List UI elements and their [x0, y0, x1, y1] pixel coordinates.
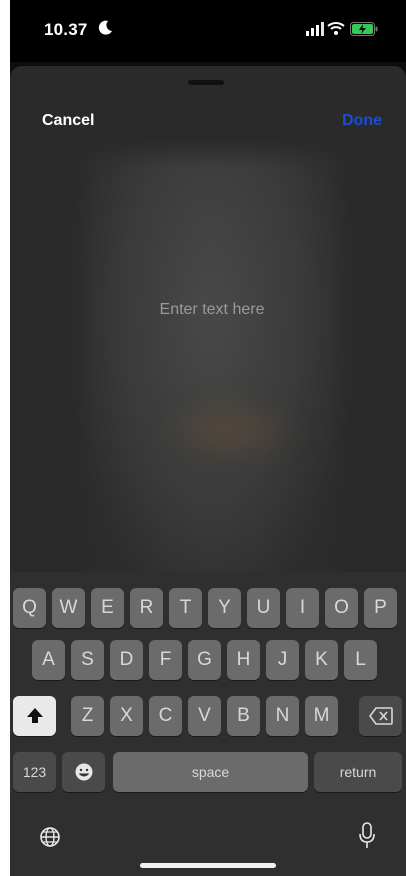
cellular-signal-icon — [306, 22, 324, 36]
home-indicator — [140, 863, 276, 868]
emoji-key[interactable] — [62, 752, 105, 792]
status-time: 10.37 — [44, 20, 88, 39]
blurred-background-preview — [82, 154, 342, 586]
text-entry-field[interactable] — [90, 294, 334, 326]
status-bar: 10.37 — [10, 0, 406, 62]
key-n[interactable]: N — [266, 696, 299, 736]
key-c[interactable]: C — [149, 696, 182, 736]
return-key[interactable]: return — [314, 752, 402, 792]
numbers-key[interactable]: 123 — [13, 752, 56, 792]
key-a[interactable]: A — [32, 640, 65, 680]
key-m[interactable]: M — [305, 696, 338, 736]
key-e[interactable]: E — [91, 588, 124, 628]
key-z[interactable]: Z — [71, 696, 104, 736]
key-j[interactable]: J — [266, 640, 299, 680]
key-g[interactable]: G — [188, 640, 221, 680]
key-t[interactable]: T — [169, 588, 202, 628]
key-h[interactable]: H — [227, 640, 260, 680]
key-b[interactable]: B — [227, 696, 260, 736]
keyboard: Q W E R T Y U I O P A S D F G H J K L Z … — [10, 572, 406, 876]
key-x[interactable]: X — [110, 696, 143, 736]
moon-icon — [98, 20, 112, 35]
key-f[interactable]: F — [149, 640, 182, 680]
key-p[interactable]: P — [364, 588, 397, 628]
globe-icon[interactable] — [39, 826, 61, 848]
space-key[interactable]: space — [113, 752, 308, 792]
backspace-icon — [368, 707, 393, 725]
backspace-key[interactable] — [359, 696, 402, 736]
blurred-background-detail — [160, 396, 300, 466]
phone-screen: 10.37 Cancel Done Q W — [10, 0, 406, 876]
cancel-button[interactable]: Cancel — [42, 112, 94, 130]
key-l[interactable]: L — [344, 640, 377, 680]
key-v[interactable]: V — [188, 696, 221, 736]
sheet-grabber[interactable] — [188, 80, 224, 85]
shift-icon — [26, 708, 43, 723]
key-i[interactable]: I — [286, 588, 319, 628]
key-o[interactable]: O — [325, 588, 358, 628]
emoji-icon — [75, 763, 92, 781]
done-button[interactable]: Done — [342, 112, 382, 130]
microphone-icon[interactable] — [358, 822, 376, 850]
key-k[interactable]: K — [305, 640, 338, 680]
key-q[interactable]: Q — [13, 588, 46, 628]
wifi-icon — [327, 22, 345, 35]
key-d[interactable]: D — [110, 640, 143, 680]
key-u[interactable]: U — [247, 588, 280, 628]
shift-key[interactable] — [13, 696, 56, 736]
key-w[interactable]: W — [52, 588, 85, 628]
battery-charging-icon — [350, 22, 378, 36]
key-y[interactable]: Y — [208, 588, 241, 628]
text-editor-sheet: Cancel Done — [10, 66, 406, 586]
key-s[interactable]: S — [71, 640, 104, 680]
key-r[interactable]: R — [130, 588, 163, 628]
